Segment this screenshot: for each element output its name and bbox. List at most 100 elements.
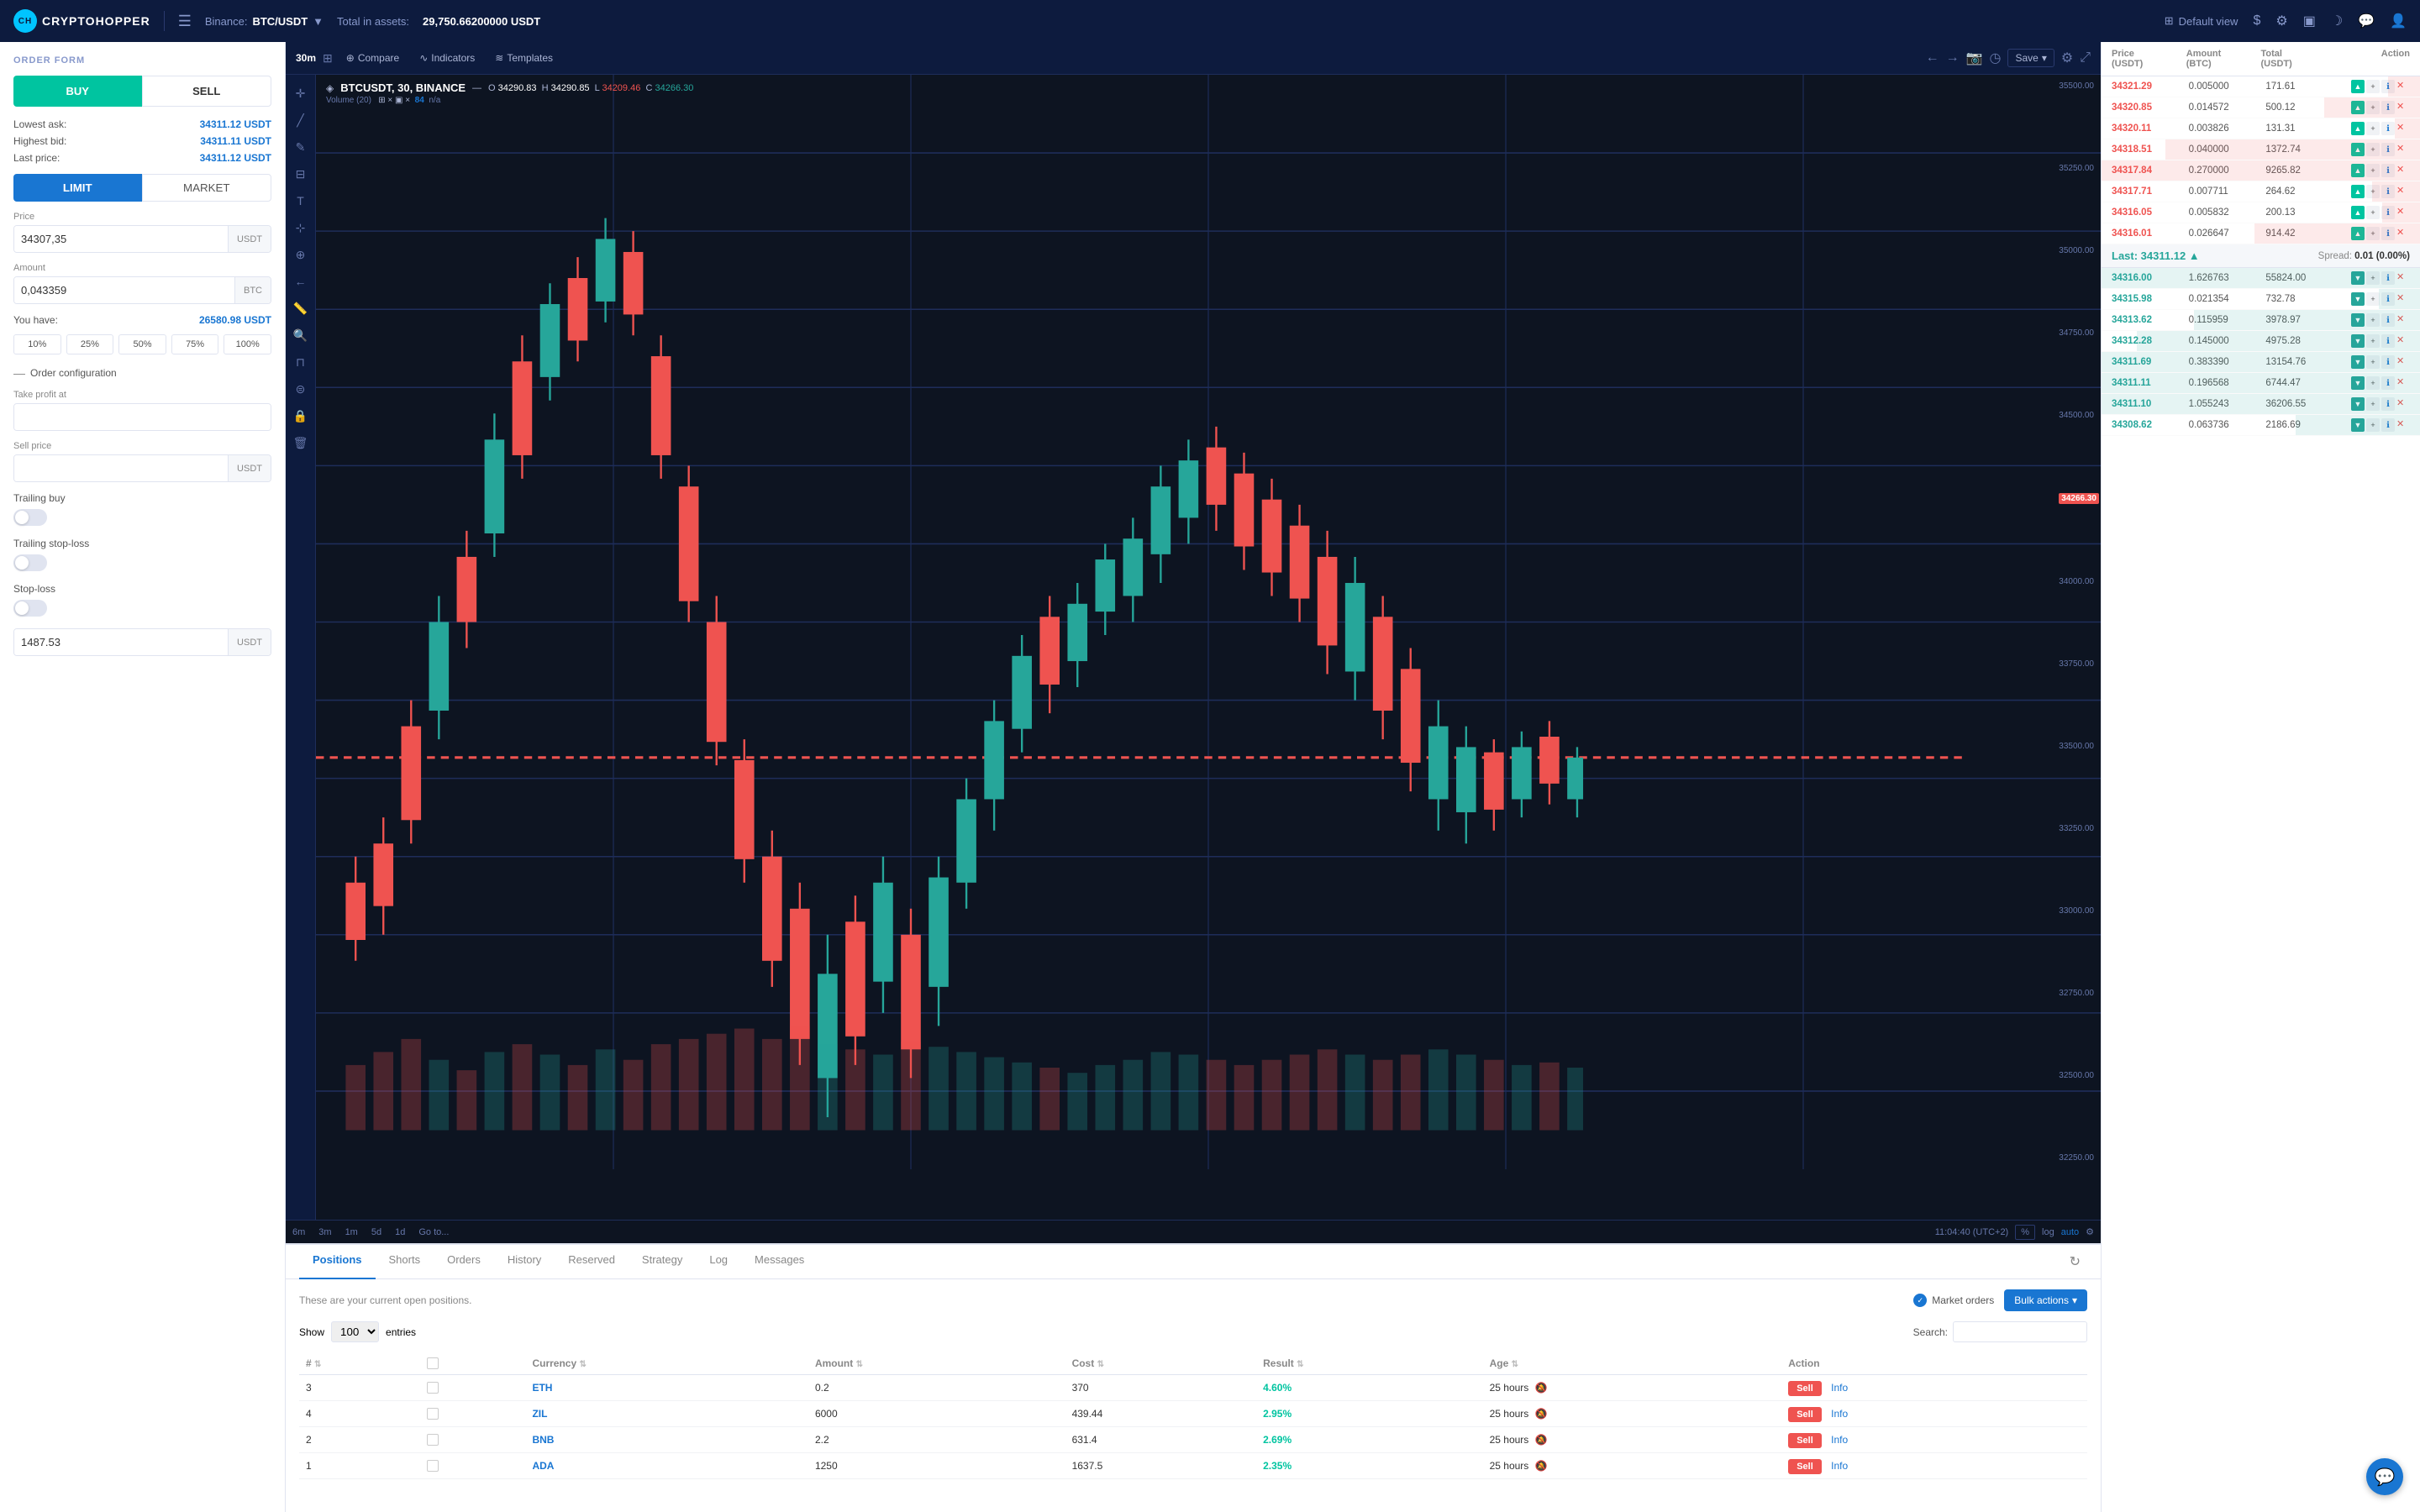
col-num-header[interactable]: # ⇅ [299,1352,420,1375]
magnet-tool[interactable]: ⊓ [289,350,313,374]
col-result-header[interactable]: Result ⇅ [1256,1352,1482,1375]
timeframe-3m[interactable]: 3m [318,1227,331,1237]
pct-10-button[interactable]: 10% [13,334,61,354]
compare-button[interactable]: ⊕ Compare [339,49,406,67]
timeframe-6m[interactable]: 6m [292,1227,305,1237]
last-price-value[interactable]: 34311.12 USDT [200,152,271,164]
line-tool[interactable]: ╱ [289,108,313,132]
measure-tool[interactable]: ⊹ [289,216,313,239]
connect-tool[interactable]: ⊕ [289,243,313,266]
settings-chart-icon[interactable]: ⚙ [2061,50,2073,66]
entries-select[interactable]: 100 25 50 [331,1321,379,1342]
candle-type-icon[interactable]: ⊞ [323,51,333,66]
select-all-checkbox[interactable] [427,1357,439,1369]
tab-strategy[interactable]: Strategy [629,1245,696,1279]
trailing-stop-loss-toggle[interactable] [13,554,47,571]
notifications-icon[interactable]: 💬 [2358,13,2375,29]
stop-loss-toggle[interactable] [13,600,47,617]
search-input[interactable] [1953,1321,2087,1342]
hamburger-menu[interactable]: ☰ [178,13,192,30]
tab-positions[interactable]: Positions [299,1245,376,1279]
auto-toggle[interactable]: auto [2061,1227,2079,1237]
info-link[interactable]: Info [1831,1408,1848,1420]
currency-link[interactable]: ETH [532,1382,552,1394]
info-link[interactable]: Info [1831,1460,1848,1472]
col-currency-header[interactable]: Currency ⇅ [525,1352,808,1375]
chat-button[interactable]: 💬 [2366,1458,2403,1495]
ask-plus-btn[interactable]: + [2366,206,2380,219]
info-link[interactable]: Info [1831,1434,1848,1446]
price-range-tool[interactable]: ⊟ [289,162,313,186]
indicators-button[interactable]: ∿ Indicators [413,49,481,67]
pct-75-button[interactable]: 75% [171,334,219,354]
currency-link[interactable]: ADA [532,1460,554,1472]
trash-tool[interactable]: 🗑 [289,431,313,454]
tab-reserved[interactable]: Reserved [555,1245,629,1279]
row-select-checkbox[interactable] [427,1434,439,1446]
refresh-icon[interactable]: ↻ [2063,1245,2087,1278]
sell-badge[interactable]: Sell [1788,1407,1822,1422]
currency-link[interactable]: ZIL [532,1408,547,1420]
moon-icon[interactable]: ☽ [2331,13,2343,29]
timeframe-5d[interactable]: 5d [371,1227,381,1237]
pct-25-button[interactable]: 25% [66,334,114,354]
ask-plus-btn[interactable]: + [2366,80,2380,93]
templates-button[interactable]: ≋ Templates [488,49,560,67]
ask-up-btn[interactable]: ▲ [2351,122,2365,135]
lowest-ask-value[interactable]: 34311.12 USDT [200,118,271,130]
market-orders-check[interactable]: ✓ Market orders [1913,1294,1994,1307]
sell-price-input[interactable] [14,455,228,481]
ask-up-btn[interactable]: ▲ [2351,80,2365,93]
sell-badge[interactable]: Sell [1788,1433,1822,1448]
settings-icon[interactable]: ⚙ [2275,13,2287,29]
highest-bid-value[interactable]: 34311.11 USDT [200,135,271,147]
col-amount-header[interactable]: Amount ⇅ [808,1352,1065,1375]
tab-history[interactable]: History [494,1245,555,1279]
clock-icon[interactable]: ◷ [1989,50,2001,66]
order-config-toggle[interactable]: — Order configuration [13,366,271,380]
tab-shorts[interactable]: Shorts [376,1245,434,1279]
dollar-icon[interactable]: $ [2253,13,2260,29]
tab-log[interactable]: Log [696,1245,741,1279]
redo-icon[interactable]: → [1946,50,1960,66]
ask-up-btn[interactable]: ▲ [2351,185,2365,198]
bid-plus-btn[interactable]: + [2366,292,2380,306]
row-select-checkbox[interactable] [427,1382,439,1394]
bid-down-btn[interactable]: ▼ [2351,292,2365,306]
lock-tool[interactable]: 🔒 [289,404,313,428]
fullscreen-icon[interactable]: ⤢ [2080,50,2091,66]
row-select-checkbox[interactable] [427,1460,439,1472]
sell-button[interactable]: SELL [142,76,272,107]
zoom-tool[interactable]: 🔍 [289,323,313,347]
arrow-tool[interactable]: ← [289,270,313,293]
eye-tool[interactable]: ⊜ [289,377,313,401]
timeframe-1m[interactable]: 1m [345,1227,358,1237]
monitor-icon[interactable]: ▣ [2303,13,2316,29]
col-age-header[interactable]: Age ⇅ [1483,1352,1782,1375]
bottom-input[interactable] [14,629,228,655]
currency-link[interactable]: BNB [532,1434,554,1446]
ask-info-btn[interactable]: ℹ [2381,122,2395,135]
info-link[interactable]: Info [1831,1382,1848,1394]
pct-100-button[interactable]: 100% [224,334,271,354]
sell-badge[interactable]: Sell [1788,1459,1822,1474]
draw-tool[interactable]: ✎ [289,135,313,159]
price-input[interactable] [14,226,228,252]
chart-settings-icon[interactable]: ⚙ [2086,1226,2094,1237]
trailing-buy-toggle[interactable] [13,509,47,526]
sell-badge[interactable]: Sell [1788,1381,1822,1396]
ruler-tool[interactable]: 📏 [289,297,313,320]
buy-button[interactable]: BUY [13,76,142,107]
pair-name[interactable]: BTC/USDT [252,15,308,28]
text-tool[interactable]: T [289,189,313,213]
ask-plus-btn[interactable]: + [2366,122,2380,135]
ask-up-btn[interactable]: ▲ [2351,206,2365,219]
timeframe-1d[interactable]: 1d [395,1227,405,1237]
bulk-actions-button[interactable]: Bulk actions ▾ [2004,1289,2087,1311]
crosshair-tool[interactable]: ✛ [289,81,313,105]
logo[interactable]: CH CRYPTOHOPPER [13,9,150,33]
market-button[interactable]: MARKET [142,174,272,202]
timeframe-selector[interactable]: 30m [296,52,316,64]
amount-input[interactable] [14,277,234,303]
pair-dropdown-icon[interactable]: ▼ [313,15,324,28]
